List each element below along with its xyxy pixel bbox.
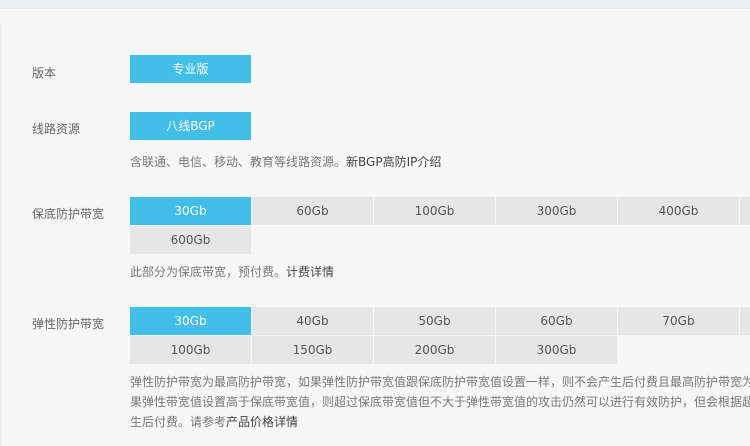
- base-option-60gb[interactable]: 60Gb: [252, 197, 373, 225]
- line-resources-hint-text: 含联通、电信、移动、教育等线路资源。: [130, 155, 347, 169]
- base-option-30gb[interactable]: 30Gb: [130, 197, 251, 225]
- elastic-option-40gb[interactable]: 40Gb: [252, 307, 373, 335]
- elastic-protection-label: 弹性防护带宽: [32, 317, 105, 331]
- billing-details-link[interactable]: 计费详情: [286, 265, 334, 279]
- base-option-400gb[interactable]: 400Gb: [618, 197, 739, 225]
- elastic-option-200gb[interactable]: 200Gb: [374, 336, 495, 364]
- line-resources-label: 线路资源: [32, 122, 81, 136]
- elastic-option-70gb[interactable]: 70Gb: [618, 307, 739, 335]
- description-line-3-text: 生后付费。请参考: [130, 415, 227, 429]
- elastic-option-100gb[interactable]: 100Gb: [130, 336, 251, 364]
- bgp-intro-link[interactable]: 新BGP高防IP介绍: [346, 155, 441, 169]
- base-option-300gb[interactable]: 300Gb: [496, 197, 617, 225]
- elastic-protection-description: 弹性防护带宽为最高防护带宽，如果弹性防护带宽值跟保底防护带宽值设置一样，则不会产…: [130, 372, 750, 432]
- description-line-2: 果弹性带宽值设置高于保底带宽值，则超过保底带宽值但不大于弹性带宽值的攻击仍然可以…: [130, 395, 750, 409]
- base-protection-hint-text: 此部分为保底带宽，预付费。: [130, 265, 287, 279]
- base-option-partial[interactable]: [740, 197, 750, 225]
- description-line-1: 弹性防护带宽为最高防护带宽，如果弹性防护带宽值跟保底防护带宽值设置一样，则不会产…: [130, 375, 750, 389]
- base-protection-hint: 此部分为保底带宽，预付费。计费详情: [130, 263, 334, 280]
- elastic-option-30gb[interactable]: 30Gb: [130, 307, 251, 335]
- base-protection-label: 保底防护带宽: [32, 207, 105, 221]
- line-resources-hint: 含联通、电信、移动、教育等线路资源。新BGP高防IP介绍: [130, 153, 441, 170]
- elastic-option-partial[interactable]: [740, 307, 750, 335]
- purchase-config-panel: 版本 专业版 线路资源 八线BGP 含联通、电信、移动、教育等线路资源。新BGP…: [0, 24, 750, 446]
- line-option-8-bgp[interactable]: 八线BGP: [130, 112, 251, 140]
- description-line-3: 生后付费。请参考产品价格详情: [130, 412, 750, 432]
- elastic-option-300gb[interactable]: 300Gb: [496, 336, 617, 364]
- edition-option-pro[interactable]: 专业版: [130, 55, 251, 83]
- elastic-option-60gb[interactable]: 60Gb: [496, 307, 617, 335]
- elastic-option-150gb[interactable]: 150Gb: [252, 336, 373, 364]
- top-bar: [0, 0, 750, 9]
- base-option-100gb[interactable]: 100Gb: [374, 197, 495, 225]
- base-option-600gb[interactable]: 600Gb: [130, 226, 251, 254]
- elastic-option-50gb[interactable]: 50Gb: [374, 307, 495, 335]
- price-details-link[interactable]: 产品价格详情: [226, 415, 298, 429]
- edition-label: 版本: [32, 66, 57, 80]
